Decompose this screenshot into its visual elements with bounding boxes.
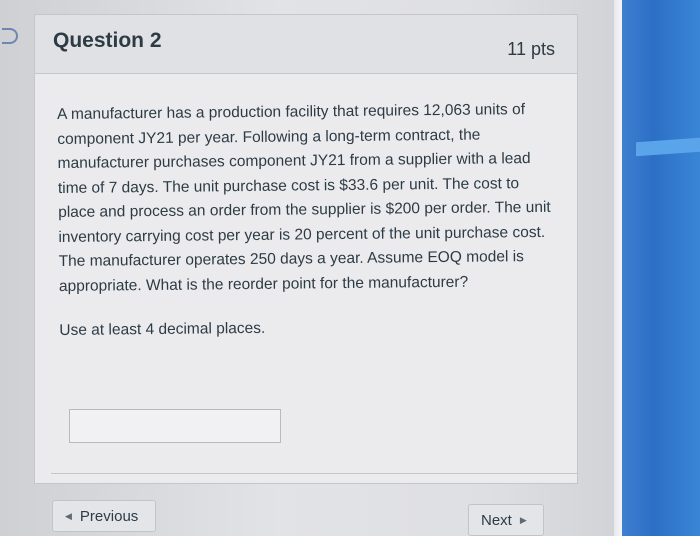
screen: Question 2 11 pts A manufacturer has a p… (0, 0, 700, 536)
background-monitor (622, 0, 700, 536)
monitor-highlight (636, 137, 700, 157)
previous-label: Previous (79, 507, 139, 525)
question-card: Question 2 11 pts A manufacturer has a p… (34, 14, 578, 484)
question-footer-divider (51, 473, 577, 474)
question-title: Question 2 (53, 29, 162, 52)
question-text: A manufacturer has a production facility… (57, 98, 559, 344)
next-label: Next (481, 511, 512, 529)
chevron-right-icon: ▶ (519, 514, 527, 525)
question-instruction: Use at least 4 decimal places. (59, 319, 266, 339)
previous-button[interactable]: ◀ Previous (52, 500, 156, 532)
question-body: A manufacturer has a production facility… (57, 101, 551, 295)
chevron-left-icon: ◀ (65, 510, 72, 521)
question-header: Question 2 11 pts (35, 15, 577, 74)
question-points: 11 pts (507, 39, 555, 59)
answer-input[interactable] (69, 409, 281, 443)
next-button[interactable]: Next ▶ (468, 504, 544, 536)
question-marker-icon (2, 28, 18, 44)
